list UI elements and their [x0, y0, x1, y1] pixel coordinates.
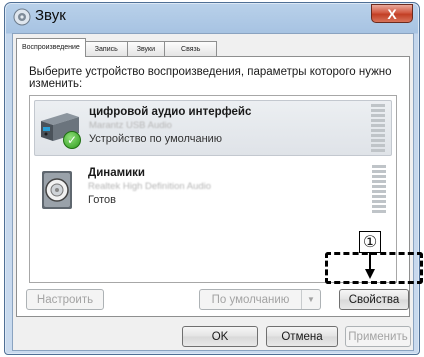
callout-arrow-icon — [365, 253, 375, 279]
set-default-button[interactable]: По умолчанию ▼ — [199, 289, 321, 310]
chevron-down-icon[interactable]: ▼ — [302, 290, 320, 309]
configure-button[interactable]: Настроить — [26, 289, 104, 310]
speaker-icon — [42, 171, 72, 209]
volume-meter — [372, 165, 386, 213]
ok-button[interactable]: OK — [182, 326, 258, 347]
device-item-speakers[interactable]: Динамики Realtek High Definition Audio Г… — [34, 162, 392, 218]
default-check-icon: ✓ — [63, 131, 81, 149]
tab-sounds[interactable]: Звуки — [126, 41, 166, 57]
device-name: Динамики — [88, 167, 146, 179]
close-button[interactable]: X — [371, 4, 413, 23]
tab-strip: Воспроизведение Запись Звуки Связь — [16, 38, 218, 57]
volume-meter — [371, 104, 385, 152]
properties-button[interactable]: Свойства — [339, 289, 409, 310]
callout-number: ① — [359, 231, 381, 253]
device-name: цифровой аудио интерфейс — [89, 106, 252, 118]
instruction-text: Выберите устройство воспроизведения, пар… — [29, 66, 392, 90]
device-status: Готов — [88, 194, 116, 206]
set-default-label: По умолчанию — [200, 290, 302, 309]
device-subtitle: Marantz USB Audio — [89, 120, 172, 131]
dialog-client: Воспроизведение Запись Звуки Связь Выбер… — [12, 33, 414, 351]
sound-dialog: Звук X Воспроизведение Запись Звуки Связ… — [4, 2, 423, 355]
tab-playback[interactable]: Воспроизведение — [16, 38, 86, 57]
speaker-title-icon — [13, 8, 31, 26]
device-subtitle: Realtek High Definition Audio — [88, 181, 212, 192]
tab-recording[interactable]: Запись — [84, 41, 128, 57]
titlebar[interactable]: Звук X — [5, 3, 419, 31]
close-icon: X — [387, 5, 397, 22]
apply-button[interactable]: Применить — [345, 326, 411, 347]
window-title: Звук — [35, 7, 66, 24]
device-status: Устройство по умолчанию — [89, 133, 223, 145]
device-item-digital-audio[interactable]: ✓ цифровой аудио интерфейс Marantz USB A… — [34, 100, 392, 156]
tab-communications[interactable]: Связь — [164, 41, 218, 57]
cancel-button[interactable]: Отмена — [266, 326, 338, 347]
